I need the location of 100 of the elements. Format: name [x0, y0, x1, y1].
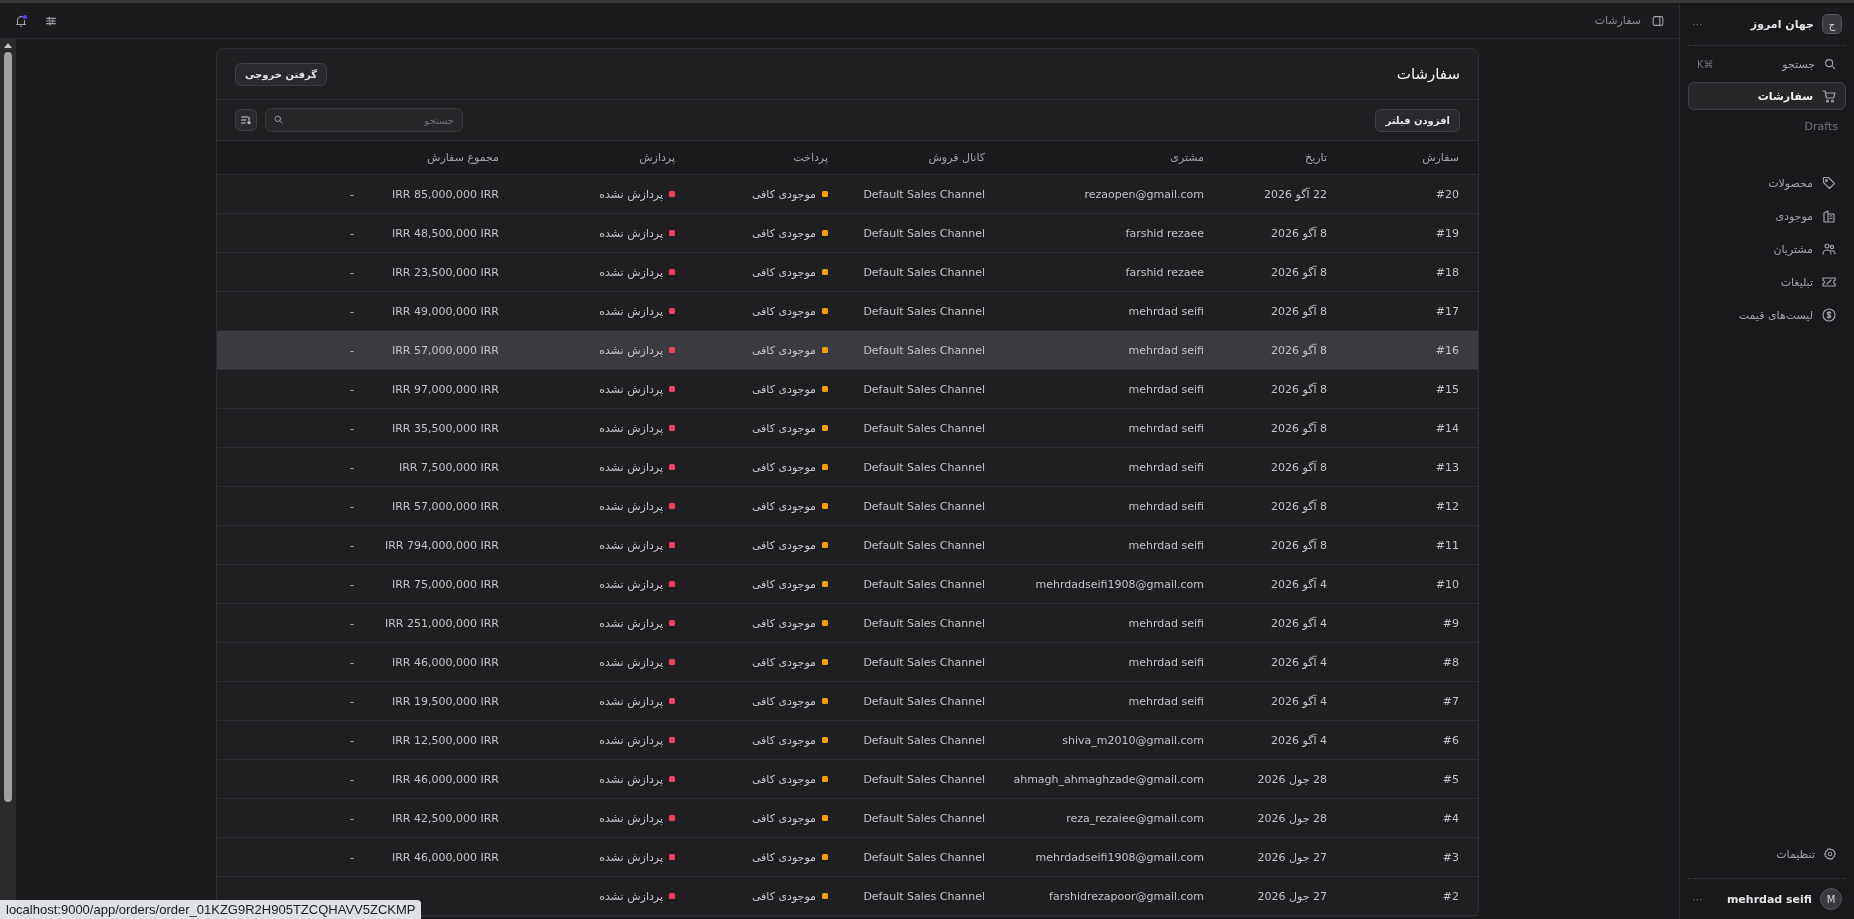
- table-cell: Default Sales Channel: [863, 499, 985, 513]
- sort-button[interactable]: [235, 109, 257, 131]
- table-cell: IRR 57,000,000 IRR: [391, 499, 499, 513]
- sidebar-item[interactable]: محصولات: [1688, 169, 1846, 197]
- table-cell-text: 8 آگو 2026: [1270, 499, 1327, 513]
- table-cell-text: -: [349, 733, 354, 747]
- table-cell: Default Sales Channel: [863, 460, 985, 474]
- table-cell-text: -: [349, 850, 354, 864]
- sidebar-item[interactable]: لیست‌های قیمت: [1688, 301, 1846, 329]
- payment-status: موجودی کافی: [751, 382, 816, 396]
- table-cell-text: 4 آگو 2026: [1270, 577, 1327, 591]
- bell-icon[interactable]: [14, 13, 28, 28]
- table-cell-text: 22 آگو 2026: [1263, 187, 1327, 201]
- processing-status: پردازش نشده: [599, 460, 663, 474]
- payment-status: موجودی کافی: [751, 616, 816, 630]
- shortcut-label: ⌘K: [1697, 58, 1714, 70]
- processing-status: پردازش نشده: [599, 733, 663, 747]
- sidebar-item[interactable]: مشتریان: [1688, 235, 1846, 263]
- table-cell-text: -: [349, 538, 354, 552]
- column-header[interactable]: پردازش: [499, 151, 675, 164]
- column-header[interactable]: پرداخت: [675, 151, 828, 164]
- user-avatar[interactable]: M: [1820, 888, 1842, 910]
- column-header[interactable]: کانال فروش: [828, 151, 985, 164]
- order-number: #13: [1434, 460, 1459, 474]
- processing-status: پردازش نشده: [599, 382, 663, 396]
- table-cell: IRR 46,000,000 IRR: [391, 850, 499, 864]
- store-avatar[interactable]: ج: [1822, 14, 1842, 34]
- table-cell: Default Sales Channel: [863, 694, 985, 708]
- table-cell: ahmagh_ahmaghzade@gmail.com: [1013, 772, 1204, 786]
- table-cell-text: 8 آگو 2026: [1270, 421, 1327, 435]
- table-cell: mehrdadseifi1908@gmail.com: [1035, 577, 1204, 591]
- order-number: #19: [1434, 226, 1459, 240]
- order-number: #5: [1441, 772, 1459, 786]
- table-cell-text: 8 آگو 2026: [1270, 382, 1327, 396]
- payment-status: موجودی کافی: [751, 538, 816, 552]
- processing-status: پردازش نشده: [599, 811, 663, 825]
- table-cell: rezaopen@gmail.com: [1084, 187, 1204, 201]
- order-number: #3: [1441, 850, 1459, 864]
- breadcrumb[interactable]: سفارشات: [1594, 14, 1641, 27]
- payment-status: موجودی کافی: [751, 850, 816, 864]
- table-cell: mehrdad seifi: [1128, 382, 1204, 396]
- table-cell: mehrdad seifi: [1128, 538, 1204, 552]
- export-button[interactable]: گرفتن خروجی: [235, 62, 328, 86]
- table-cell: mehrdad seifi: [1128, 304, 1204, 318]
- table-cell: farshid rezaee: [1125, 265, 1204, 279]
- processing-status: پردازش نشده: [599, 616, 663, 630]
- table-cell: IRR 48,500,000 IRR: [391, 226, 499, 240]
- order-number: #12: [1434, 499, 1459, 513]
- sidebar-subitem[interactable]: Drafts: [1688, 115, 1846, 137]
- table-cell: IRR 46,000,000 IRR: [391, 655, 499, 669]
- payment-status: موجودی کافی: [751, 655, 816, 669]
- order-number: #2: [1441, 889, 1459, 903]
- table-cell: IRR 97,000,000 IRR: [391, 382, 499, 396]
- table-cell-text: -: [349, 421, 354, 435]
- table-cell-text: 28 جول 2026: [1256, 772, 1327, 786]
- table-cell-text: -: [349, 811, 354, 825]
- table-cell: IRR 46,000,000 IRR: [391, 772, 499, 786]
- scroll-up-icon[interactable]: [4, 42, 12, 48]
- table-cell-text: 4 آگو 2026: [1270, 655, 1327, 669]
- order-number: #14: [1434, 421, 1459, 435]
- table-cell: IRR 251,000,000 IRR: [384, 616, 499, 630]
- add-filter-button[interactable]: افزودن فیلتر: [1375, 108, 1460, 132]
- payment-status: موجودی کافی: [751, 889, 816, 903]
- table-cell: farshid rezaee: [1125, 226, 1204, 240]
- table-cell: IRR 75,000,000 IRR: [391, 577, 499, 591]
- table-cell: IRR 19,500,000 IRR: [391, 694, 499, 708]
- payment-status: موجودی کافی: [751, 187, 816, 201]
- table-cell: IRR 794,000,000 IRR: [384, 538, 499, 552]
- processing-status: پردازش نشده: [599, 421, 663, 435]
- table-cell-text: 8 آگو 2026: [1270, 460, 1327, 474]
- table-cell: Default Sales Channel: [863, 421, 985, 435]
- table-cell-text: -: [349, 187, 354, 201]
- sliders-icon: [44, 13, 58, 28]
- payment-status: موجودی کافی: [751, 772, 816, 786]
- settings-item[interactable]: تنظیمات: [1688, 840, 1846, 868]
- table-cell-text: 4 آگو 2026: [1270, 616, 1327, 630]
- table-cell-text: 8 آگو 2026: [1270, 343, 1327, 357]
- more-icon[interactable]: ···: [1692, 17, 1703, 31]
- table-cell: Default Sales Channel: [863, 382, 985, 396]
- column-header[interactable]: تاریخ: [1204, 151, 1327, 164]
- table-cell: IRR 85,000,000 IRR: [391, 187, 499, 201]
- building-icon: [1821, 208, 1837, 224]
- column-header[interactable]: مشتری: [985, 151, 1204, 164]
- sidebar-item[interactable]: موجودی: [1688, 202, 1846, 230]
- ticket-icon: [1821, 274, 1837, 290]
- column-header[interactable]: سفارش: [1327, 151, 1459, 164]
- processing-status: پردازش نشده: [599, 850, 663, 864]
- table-cell: Default Sales Channel: [863, 343, 985, 357]
- column-header[interactable]: مجموع سفارش: [354, 151, 499, 164]
- sidebar-item[interactable]: سفارشات: [1688, 82, 1846, 110]
- table-cell-text: -: [349, 655, 354, 669]
- sidebar-item[interactable]: تبلیغات: [1688, 268, 1846, 296]
- search-field[interactable]: جستجو: [265, 108, 463, 132]
- table-cell: IRR 23,500,000 IRR: [391, 265, 499, 279]
- table-cell: IRR 35,500,000 IRR: [391, 421, 499, 435]
- table-cell-text: 27 جول 2026: [1256, 850, 1327, 864]
- more-icon[interactable]: ···: [1692, 892, 1703, 906]
- payment-status: موجودی کافی: [751, 265, 816, 279]
- payment-status: موجودی کافی: [751, 421, 816, 435]
- order-number: #8: [1441, 655, 1459, 669]
